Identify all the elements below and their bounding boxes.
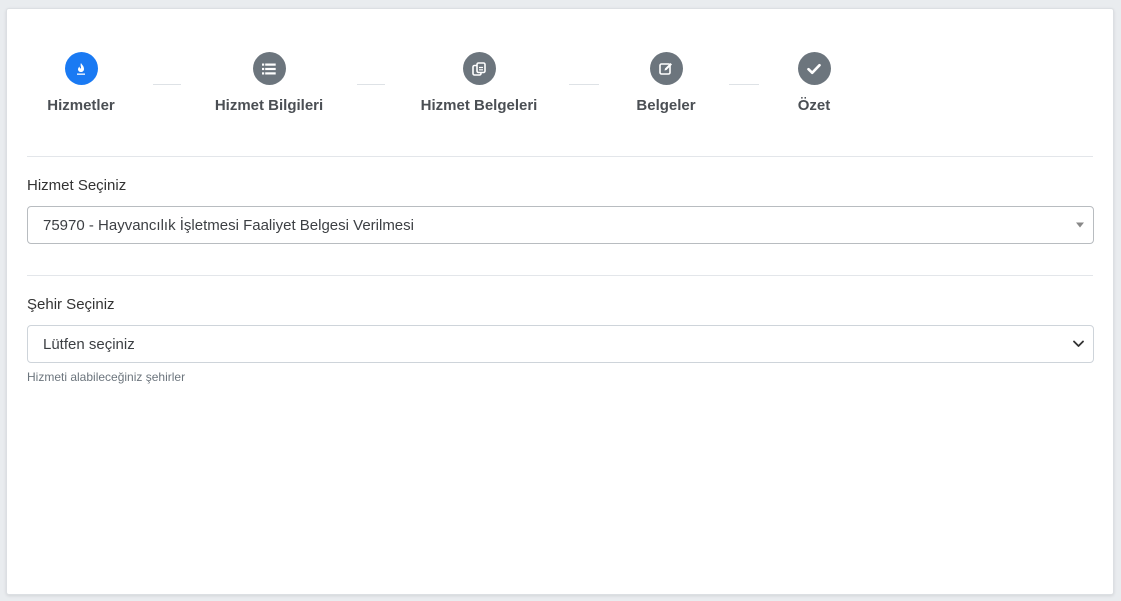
city-label: Şehir Seçiniz [27,296,115,313]
service-select-value: 75970 - Hayvancılık İşletmesi Faaliyet B… [43,216,414,234]
step-connector [153,84,181,85]
step-label: Hizmet Belgeleri [420,97,538,114]
check-icon [807,63,821,74]
step-hizmetler[interactable]: Hizmetler [1,52,161,114]
wizard-card: Hizmetler Hizmet Bilgileri Hizmet Belgel… [6,8,1114,595]
step-ozet[interactable]: Özet [734,52,894,114]
caret-down-icon [1076,222,1084,228]
step-circle-hizmetler [64,52,98,85]
copy-icon [472,61,486,76]
step-circle-belgeler [649,52,683,85]
step-hizmet-belgeleri[interactable]: Hizmet Belgeleri [399,52,559,114]
step-label: Hizmet Bilgileri [214,97,324,114]
service-select[interactable]: 75970 - Hayvancılık İşletmesi Faaliyet B… [27,206,1094,244]
step-label: Hizmetler [47,97,115,114]
step-connector [357,84,385,85]
service-label: Hizmet Seçiniz [27,177,127,194]
city-select-value: Lütfen seçiniz [43,335,135,353]
city-help-text: Hizmeti alabileceğiniz şehirler [27,370,186,384]
fire-icon [77,62,85,75]
city-select[interactable]: Lütfen seçiniz [27,325,1094,363]
step-label: Belgeler [636,97,696,114]
section-divider [27,275,1093,276]
list-icon [262,63,276,74]
section-divider [27,156,1093,157]
step-circle-hizmet-bilgileri [252,52,286,85]
step-label: Özet [797,97,831,114]
step-hizmet-bilgileri[interactable]: Hizmet Bilgileri [189,52,349,114]
edit-icon [659,62,672,75]
step-circle-hizmet-belgeleri [462,52,496,85]
step-belgeler[interactable]: Belgeler [586,52,746,114]
chevron-down-icon [1073,340,1084,348]
step-circle-ozet [797,52,831,85]
